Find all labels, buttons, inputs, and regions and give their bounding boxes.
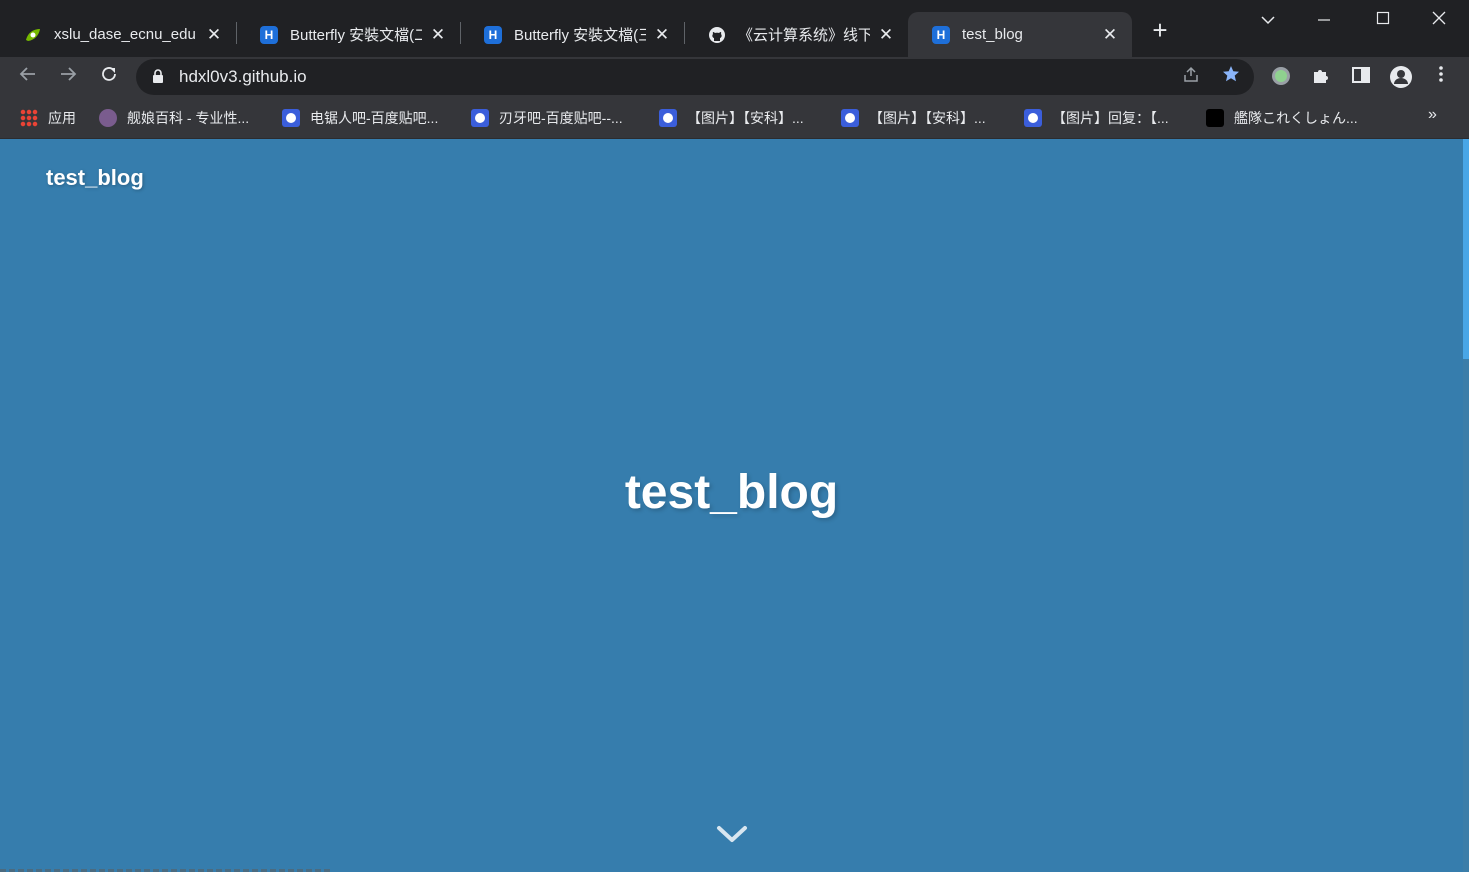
tab-cloud-computing[interactable]: 《云计算系统》线下班 ✕ xyxy=(684,12,908,57)
side-panel-icon[interactable] xyxy=(1348,65,1374,91)
tab-title: Butterfly 安裝文檔(二 xyxy=(290,27,422,44)
star-bookmark-icon[interactable] xyxy=(1219,65,1243,89)
lock-icon[interactable] xyxy=(152,69,164,84)
baidu-icon xyxy=(471,109,489,127)
minimize-icon xyxy=(1318,19,1330,21)
forward-button[interactable] xyxy=(52,61,84,93)
bookmark-item[interactable]: 舰娘百科 - 专业性... xyxy=(99,107,249,129)
scrollbar[interactable] xyxy=(1463,139,1469,872)
toolbar: hdxl0v3.github.io xyxy=(0,57,1469,98)
tab-xslu[interactable]: xslu_dase_ecnu_edu ✕ xyxy=(0,12,236,57)
tab-test-blog[interactable]: H test_blog ✕ xyxy=(908,12,1132,57)
close-tab-icon[interactable]: ✕ xyxy=(652,25,672,45)
hexo-icon: H xyxy=(260,25,278,44)
bookmark-label: 刃牙吧-百度贴吧--... xyxy=(499,110,623,126)
close-icon xyxy=(1432,11,1446,25)
close-tab-icon[interactable]: ✕ xyxy=(204,25,224,45)
site-title: test_blog xyxy=(624,466,839,519)
reload-icon xyxy=(102,67,116,81)
leaf-icon xyxy=(26,28,40,41)
arrow-right-icon xyxy=(61,67,77,81)
bookmark-item[interactable]: 刃牙吧-百度贴吧--... xyxy=(471,107,623,129)
maximize-button[interactable] xyxy=(1363,6,1403,36)
baidu-icon xyxy=(841,109,859,127)
arrow-left-icon xyxy=(19,67,35,81)
github-icon xyxy=(709,26,725,43)
bookmark-item[interactable]: 电锯人吧-百度贴吧... xyxy=(282,107,438,129)
close-tab-icon[interactable]: ✕ xyxy=(876,25,896,45)
extensions-puzzle-icon[interactable] xyxy=(1308,65,1334,91)
avatar-icon xyxy=(99,109,117,127)
tab-title: 《云计算系统》线下班 xyxy=(738,27,870,44)
dmm-icon xyxy=(1206,109,1224,127)
scrollbar-thumb[interactable] xyxy=(1463,139,1469,359)
back-button[interactable] xyxy=(12,61,44,93)
address-bar[interactable]: hdxl0v3.github.io xyxy=(136,59,1254,95)
reload-button[interactable] xyxy=(93,61,125,93)
bookmark-item[interactable]: 【图片】【安科】... xyxy=(659,107,804,129)
hexo-icon: H xyxy=(484,25,502,44)
chevron-down-icon[interactable] xyxy=(716,823,748,845)
bookmark-label: 电锯人吧-百度贴吧... xyxy=(310,110,439,126)
tab-butterfly-2[interactable]: H Butterfly 安裝文檔(二 ✕ xyxy=(236,12,460,57)
maximize-icon xyxy=(1376,11,1390,25)
tab-search-button[interactable] xyxy=(1248,6,1288,36)
bookmark-label: 【图片】【安科】... xyxy=(869,110,986,126)
url-text[interactable]: hdxl0v3.github.io xyxy=(179,67,307,87)
baidu-icon xyxy=(659,109,677,127)
kebab-menu-icon[interactable] xyxy=(1428,65,1454,91)
extension-circle-icon[interactable] xyxy=(1268,65,1294,91)
share-icon[interactable] xyxy=(1179,65,1203,89)
baidu-icon xyxy=(282,109,300,127)
bookmark-label: 舰娘百科 - 专业性... xyxy=(127,110,250,126)
close-tab-icon[interactable]: ✕ xyxy=(1100,25,1120,45)
tab-title: Butterfly 安裝文檔(三 xyxy=(514,27,646,44)
bookmark-label: 应用 xyxy=(48,110,76,126)
more-bookmarks-icon[interactable]: » xyxy=(1428,106,1437,124)
bookmark-item[interactable]: 【图片】回复：【... xyxy=(1024,107,1169,129)
bookmark-label: 艦隊これくしょん... xyxy=(1234,110,1358,126)
close-tab-icon[interactable]: ✕ xyxy=(428,25,448,45)
profile-avatar-icon[interactable] xyxy=(1388,65,1414,91)
bookmarks-bar: 应用 舰娘百科 - 专业性... 电锯人吧-百度贴吧... 刃牙吧-百度贴吧--… xyxy=(0,98,1469,139)
tab-title: xslu_dase_ecnu_edu xyxy=(54,26,196,43)
bookmark-label: 【图片】回复：【... xyxy=(1052,110,1169,126)
close-window-button[interactable] xyxy=(1419,6,1459,36)
bookmark-apps[interactable]: 应用 xyxy=(20,107,76,129)
bookmark-item[interactable]: 艦隊これくしょん... xyxy=(1206,107,1358,129)
tab-strip: xslu_dase_ecnu_edu ✕ H Butterfly 安裝文檔(二 … xyxy=(0,0,1469,57)
bookmark-label: 【图片】【安科】... xyxy=(687,110,804,126)
site-brand-link[interactable]: test_blog xyxy=(46,165,144,191)
tab-title: test_blog xyxy=(962,26,1023,43)
baidu-icon xyxy=(1024,109,1042,127)
hexo-icon: H xyxy=(932,25,950,44)
tab-butterfly-3[interactable]: H Butterfly 安裝文檔(三 ✕ xyxy=(460,12,684,57)
chevron-down-icon xyxy=(1261,16,1275,25)
bookmark-item[interactable]: 【图片】【安科】... xyxy=(841,107,986,129)
blog-hero: test_blog test_blog xyxy=(0,139,1469,872)
new-tab-button[interactable]: + xyxy=(1146,16,1174,44)
minimize-button[interactable] xyxy=(1304,6,1344,36)
apps-grid-icon xyxy=(20,109,38,127)
